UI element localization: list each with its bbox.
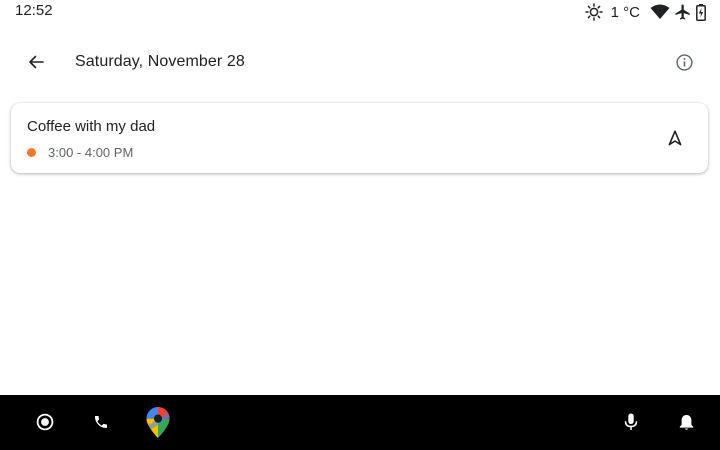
notification-bell-icon: [679, 414, 694, 431]
event-color-dot: [27, 148, 36, 157]
event-card[interactable]: Coffee with my dad 3:00 - 4:00 PM: [11, 103, 708, 173]
microphone-icon: [624, 413, 638, 431]
status-icons: 1 °C: [584, 0, 720, 24]
battery-icon: [696, 3, 706, 21]
brightness-icon: [584, 3, 603, 21]
maps-button[interactable]: [142, 406, 174, 438]
bottom-nav-bar: [0, 395, 720, 450]
navigation-arrow-icon: [668, 130, 682, 146]
phone-icon: [93, 414, 109, 430]
phone-button[interactable]: [85, 406, 117, 438]
home-circle-icon: [36, 413, 54, 431]
page-title: Saturday, November 28: [75, 53, 245, 70]
header: Saturday, November 28: [0, 40, 720, 84]
temperature: 1 °C: [610, 3, 640, 21]
notifications-button[interactable]: [670, 406, 702, 438]
info-icon: [675, 53, 693, 71]
arrow-back-icon: [28, 54, 44, 70]
event-title: Coffee with my dad: [27, 118, 156, 135]
google-maps-icon: [146, 406, 170, 438]
airplane-icon: [674, 3, 692, 21]
status-bar: 12:52 1 °C: [0, 0, 720, 24]
event-time: 3:00 - 4:00 PM: [48, 145, 134, 160]
info-button[interactable]: [670, 48, 698, 76]
back-button[interactable]: [22, 48, 50, 76]
voice-button[interactable]: [615, 406, 647, 438]
home-button[interactable]: [29, 406, 61, 438]
navigate-button[interactable]: [661, 124, 689, 152]
status-time: 12:52: [15, 2, 53, 19]
wifi-icon: [650, 4, 670, 20]
